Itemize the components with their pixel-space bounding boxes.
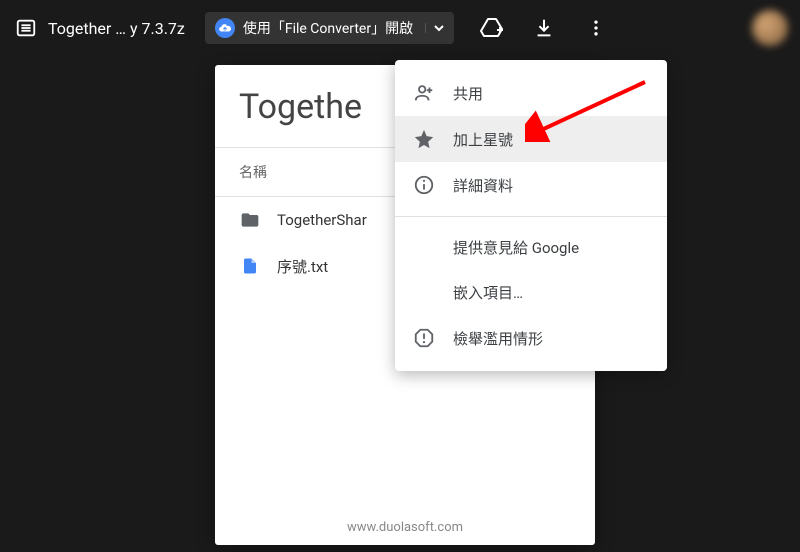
list-item-label: TogetherShar [277,211,367,229]
menu-separator [395,216,667,217]
context-menu: 共用 加上星號 詳細資料 提供意見給 Google 嵌入項目… 檢舉濫用情形 [395,60,667,371]
menu-item-star[interactable]: 加上星號 [395,116,667,162]
download-icon[interactable] [530,14,558,42]
star-icon [413,128,435,150]
folder-icon [239,209,261,231]
menu-item-details[interactable]: 詳細資料 [395,162,667,208]
menu-item-report[interactable]: 檢舉濫用情形 [395,315,667,361]
person-add-icon [413,82,435,104]
menu-item-label: 檢舉濫用情形 [453,328,543,349]
avatar[interactable] [752,10,788,46]
menu-item-label: 嵌入項目… [453,282,523,303]
topbar: Together … y 7.3.7z 使用「File Converter」開啟 [0,0,800,56]
open-with-caret-icon[interactable] [425,23,444,33]
info-icon [413,174,435,196]
more-options-icon[interactable] [582,14,610,42]
open-with-label: 使用「File Converter」開啟 [243,18,413,38]
menu-item-feedback[interactable]: 提供意見給 Google [395,225,667,270]
menu-item-label: 提供意見給 Google [453,237,579,258]
list-view-icon[interactable] [12,14,40,42]
menu-item-label: 共用 [453,83,483,104]
file-icon [239,255,261,277]
menu-item-share[interactable]: 共用 [395,70,667,116]
menu-item-label: 加上星號 [453,129,513,150]
add-to-drive-icon[interactable] [478,14,506,42]
report-icon [413,327,435,349]
menu-item-label: 詳細資料 [453,175,513,196]
menu-item-embed[interactable]: 嵌入項目… [395,270,667,315]
file-title: Together … y 7.3.7z [48,19,185,38]
list-item-label: 序號.txt [277,256,328,277]
cloud-app-icon [215,18,235,38]
open-with-chip[interactable]: 使用「File Converter」開啟 [205,12,454,44]
card-footer: www.duolasoft.com [215,520,595,535]
